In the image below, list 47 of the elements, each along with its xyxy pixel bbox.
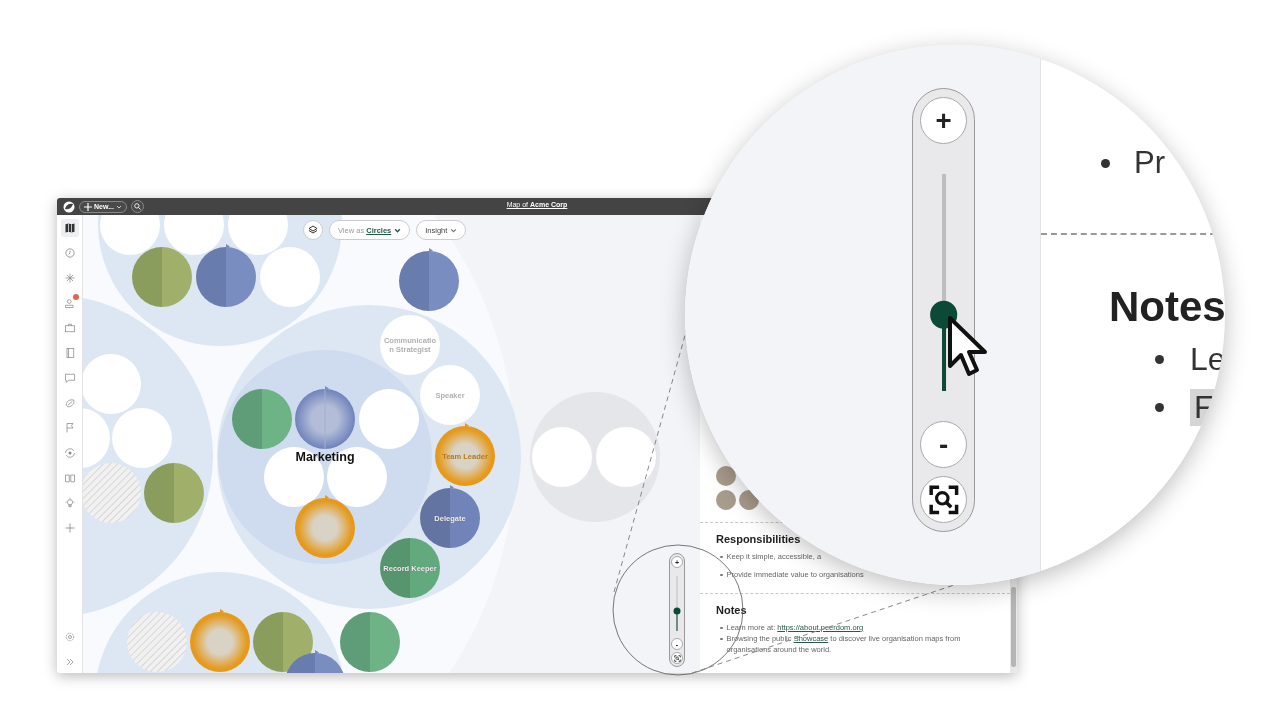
notification-badge (72, 294, 79, 300)
avatar-photo (716, 490, 736, 510)
fit-view-button[interactable] (919, 476, 968, 524)
bullet-icon (1101, 158, 1110, 168)
zoom-out-button[interactable]: - (919, 420, 968, 469)
plus-icon (63, 522, 76, 534)
clock-icon (63, 247, 76, 259)
book-icon (63, 472, 76, 484)
map-icon (63, 222, 76, 234)
search-button[interactable] (130, 200, 144, 213)
bullet-text: Pr (1134, 145, 1165, 181)
sidebar-item[interactable] (60, 219, 79, 237)
user-inbox-icon (63, 297, 76, 309)
caret-icon (394, 226, 402, 234)
caret-icon (450, 226, 458, 234)
layers-icon (308, 225, 318, 235)
zoom-fit-icon (927, 483, 960, 516)
lightbulb-icon (63, 497, 76, 509)
eye-icon (63, 447, 76, 459)
notebook-icon (63, 347, 76, 359)
section-heading: Notes (716, 604, 748, 616)
search-icon (133, 203, 141, 210)
caret-icon (115, 203, 122, 210)
briefcase-icon (63, 322, 76, 334)
cursor-icon (947, 315, 989, 377)
bullet-icon (720, 637, 723, 640)
scrollbar-thumb[interactable] (1011, 587, 1016, 667)
settings-icon (63, 631, 76, 643)
circle-title: Marketing (295, 450, 355, 464)
sparkle-icon (63, 272, 76, 284)
bullet-icon (1155, 402, 1164, 412)
tag-icon (63, 397, 76, 409)
section-heading: Responsibilities (716, 533, 802, 545)
logo-icon[interactable] (63, 200, 75, 213)
bullet-icon (720, 555, 723, 558)
slider-thumb[interactable] (673, 607, 681, 615)
zoom-fit-icon (673, 654, 681, 662)
bullet-icon (720, 573, 723, 576)
chat-icon (63, 372, 76, 384)
zoom-in-button[interactable]: + (919, 96, 968, 145)
bullet-icon (720, 626, 723, 629)
avatar-photo (739, 490, 759, 510)
avatar-photo (716, 466, 736, 486)
plus-icon (84, 202, 92, 211)
bullet-icon (1155, 354, 1164, 364)
section-heading: Notes (1108, 283, 1225, 331)
flag-icon (63, 422, 76, 434)
